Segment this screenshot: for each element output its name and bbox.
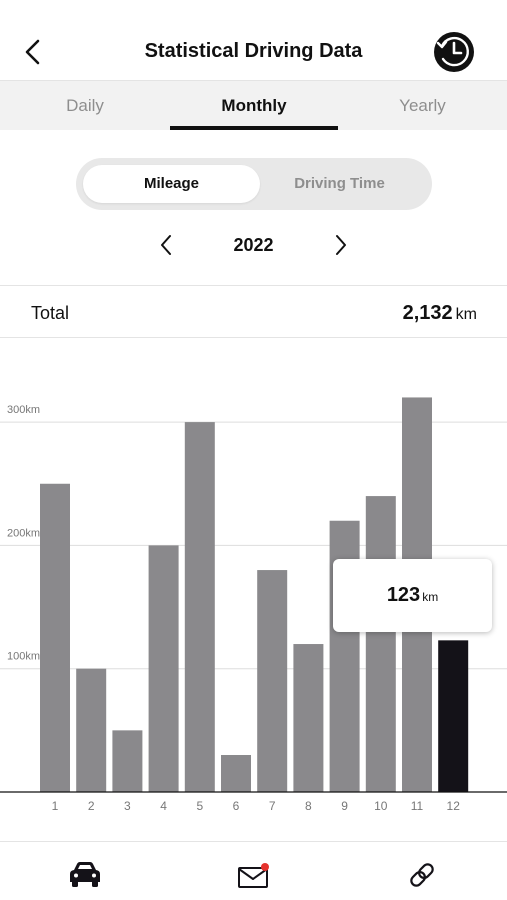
notification-dot [261, 863, 269, 871]
driving-time-toggle-option[interactable]: Driving Time [254, 165, 425, 203]
bar-month-3[interactable] [112, 730, 143, 792]
tooltip-unit: km [422, 590, 439, 604]
bar-month-4[interactable] [148, 545, 179, 792]
x-tick-label: 11 [411, 799, 424, 813]
bar-month-6[interactable] [221, 755, 251, 792]
x-tick-label: 7 [269, 799, 276, 813]
year-label: 2022 [233, 235, 274, 255]
metric-toggle: Mileage Driving Time [76, 158, 432, 210]
tab-monthly[interactable]: Monthly [170, 81, 338, 131]
tab-yearly[interactable]: Yearly [338, 81, 507, 131]
x-tick-label: 6 [233, 799, 240, 813]
y-tick-label: 200km [7, 527, 40, 539]
next-year-button[interactable] [329, 232, 353, 258]
total-label: Total [31, 303, 70, 323]
chevron-left-icon [161, 235, 171, 255]
x-tick-label: 2 [88, 799, 95, 813]
x-tick-label: 10 [374, 799, 388, 813]
bar-month-8[interactable] [293, 644, 324, 792]
bar-month-7[interactable] [257, 570, 288, 792]
chevron-right-icon [336, 235, 346, 255]
active-tab-indicator [170, 126, 338, 130]
selected-bar-tooltip: 123 km [333, 559, 492, 632]
bar-month-2[interactable] [76, 668, 107, 792]
bar-month-5[interactable] [184, 422, 215, 792]
bar-month-12[interactable] [438, 640, 469, 792]
header: Statistical Driving Data [0, 0, 507, 80]
y-tick-label: 300km [7, 404, 40, 416]
x-tick-label: 8 [305, 799, 312, 813]
x-tick-label: 1 [52, 799, 59, 813]
nav-messages[interactable] [234, 858, 274, 892]
page-title: Statistical Driving Data [144, 40, 363, 62]
x-tick-label: 9 [341, 799, 348, 813]
clock-history-icon [434, 32, 474, 72]
mileage-toggle-option[interactable]: Mileage [83, 165, 260, 203]
history-button[interactable] [432, 30, 476, 74]
total-mileage: 2,132 km [403, 302, 477, 325]
bar-month-10[interactable] [365, 496, 396, 792]
car-icon [70, 862, 100, 887]
period-tabs: Daily Monthly Yearly [0, 80, 507, 130]
tooltip-value: 123 [386, 584, 421, 606]
total-value: 2,132 [402, 302, 453, 324]
x-tick-label: 3 [124, 799, 131, 813]
tab-daily[interactable]: Daily [0, 81, 170, 131]
nav-connect[interactable] [402, 858, 442, 892]
x-tick-label: 4 [160, 799, 167, 813]
bar-month-1[interactable] [40, 483, 70, 792]
x-tick-label: 12 [447, 799, 461, 813]
mail-icon [238, 863, 269, 888]
y-tick-label: 100km [7, 651, 40, 663]
x-tick-label: 5 [196, 799, 203, 813]
bottom-navigation [0, 841, 507, 900]
previous-year-button[interactable] [154, 232, 178, 258]
total-row: Total 2,132 km [0, 285, 507, 338]
nav-car[interactable] [65, 858, 105, 892]
link-icon [410, 863, 434, 887]
total-unit: km [455, 306, 477, 323]
